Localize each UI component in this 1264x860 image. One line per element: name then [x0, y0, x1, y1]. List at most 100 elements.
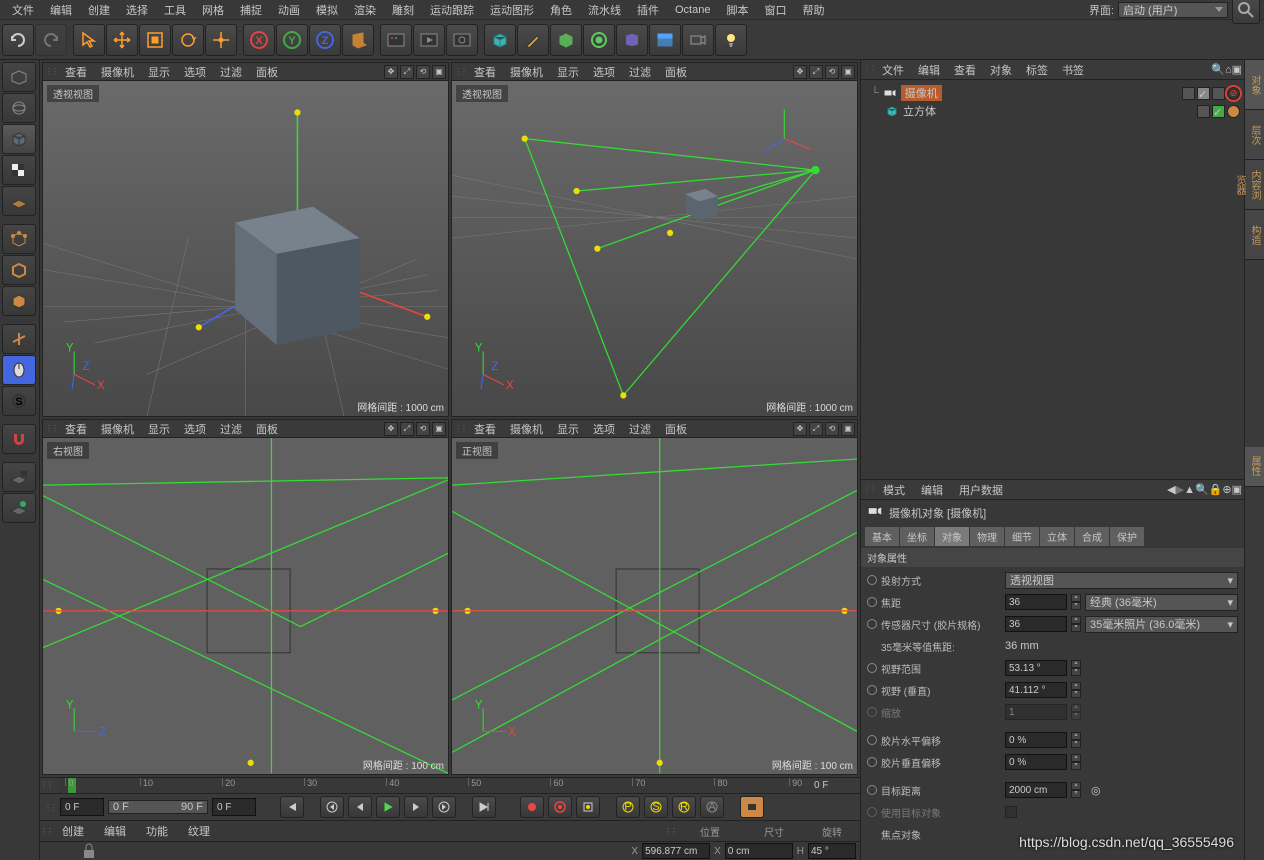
timeline[interactable]: 0 10 20 30 40 50 60 70 80 90 0 F [40, 777, 860, 793]
bottom-menu-item[interactable]: 编辑 [94, 821, 136, 841]
om-menu-item[interactable]: 编辑 [911, 60, 947, 80]
layer-tag[interactable] [1182, 87, 1195, 100]
goto-start-button[interactable] [280, 796, 304, 818]
workplane-button[interactable] [2, 186, 36, 216]
viewport-canvas[interactable]: 透视视图 [452, 81, 857, 416]
fwd-icon[interactable]: ▶ [1176, 483, 1184, 496]
rot-h-field[interactable] [808, 843, 856, 859]
tab-detail[interactable]: 细节 [1005, 527, 1039, 546]
attr-input[interactable] [1005, 754, 1067, 770]
vp-menu-item[interactable]: 选项 [587, 420, 621, 438]
vp-menu-item[interactable]: 选项 [178, 63, 212, 81]
anim-bullet[interactable] [867, 663, 877, 673]
am-menu-item[interactable]: 编辑 [913, 480, 951, 500]
attr-dropdown[interactable]: 透视视图▾ [1005, 572, 1238, 589]
menu-item[interactable]: 角色 [542, 0, 580, 20]
om-menu-item[interactable]: 标签 [1019, 60, 1055, 80]
vp-zoom-icon[interactable]: ⤢ [809, 65, 823, 79]
menu-item[interactable]: 插件 [629, 0, 667, 20]
workplane2-button[interactable] [2, 493, 36, 523]
om-menu-item[interactable]: 对象 [983, 60, 1019, 80]
timeline-ruler[interactable]: 0 10 20 30 40 50 60 70 80 90 [58, 778, 804, 793]
menu-item[interactable]: 流水线 [580, 0, 629, 20]
move2-tool[interactable] [205, 24, 237, 56]
max-icon[interactable]: ▣ [1232, 483, 1242, 496]
undo-button[interactable] [2, 24, 34, 56]
vp-menu-item[interactable]: 过滤 [623, 420, 657, 438]
menu-item[interactable]: 运动跟踪 [422, 0, 482, 20]
anim-bullet[interactable] [867, 807, 877, 817]
spinner[interactable]: ▴▾ [1071, 682, 1081, 698]
bottom-menu-item[interactable]: 功能 [136, 821, 178, 841]
vp-rotate-icon[interactable]: ⟲ [825, 65, 839, 79]
object-tree[interactable]: └ 摄像机 ✓ ⊘ 立方体 [861, 80, 1244, 479]
viewport-canvas[interactable]: 右视图 [43, 438, 448, 773]
om-menu-item[interactable]: 查看 [947, 60, 983, 80]
viewport-canvas[interactable]: 透视视图 [43, 81, 448, 416]
spinner[interactable]: ▴▾ [1071, 704, 1081, 720]
vp-menu-item[interactable]: 选项 [587, 63, 621, 81]
light-button[interactable] [715, 24, 747, 56]
z-axis-toggle[interactable]: Z [309, 24, 341, 56]
vp-max-icon[interactable]: ▣ [841, 65, 855, 79]
lock-icon[interactable]: 🔒 [1209, 483, 1223, 496]
vp-menu-item[interactable]: 显示 [142, 420, 176, 438]
pos-x-field[interactable] [642, 843, 710, 859]
vp-menu-item[interactable]: 摄像机 [95, 420, 140, 438]
pos-key-button[interactable]: P [616, 796, 640, 818]
spinner[interactable]: ▴▾ [1071, 732, 1081, 748]
grip-icon[interactable] [44, 796, 56, 818]
nurbs-button[interactable] [550, 24, 582, 56]
deformer-button[interactable] [616, 24, 648, 56]
menu-item[interactable]: 模拟 [308, 0, 346, 20]
menu-item[interactable]: 文件 [4, 0, 42, 20]
x-axis-toggle[interactable]: X [243, 24, 275, 56]
grip-icon[interactable] [863, 60, 875, 79]
axis-button[interactable] [2, 324, 36, 354]
menu-item[interactable]: 运动图形 [482, 0, 542, 20]
make-editable-button[interactable] [2, 62, 36, 92]
spinner[interactable]: ▴▾ [1071, 782, 1081, 798]
vp-zoom-icon[interactable]: ⤢ [400, 422, 414, 436]
viewport-canvas[interactable]: 正视图 [452, 438, 857, 773]
attr-input[interactable] [1005, 616, 1067, 632]
next-key-button[interactable] [432, 796, 456, 818]
menu-item[interactable]: 雕刻 [384, 0, 422, 20]
vp-max-icon[interactable]: ▣ [432, 422, 446, 436]
anim-bullet[interactable] [867, 735, 877, 745]
rotate-tool[interactable] [172, 24, 204, 56]
grip-icon[interactable] [45, 63, 57, 80]
attr-input[interactable] [1005, 782, 1067, 798]
mouse-mode-button[interactable] [2, 355, 36, 385]
vp-menu-item[interactable]: 面板 [250, 63, 284, 81]
vp-menu-item[interactable]: 摄像机 [95, 63, 140, 81]
vp-menu-item[interactable]: 显示 [551, 420, 585, 438]
param-key-button[interactable]: A [700, 796, 724, 818]
new-icon[interactable]: ⊕ [1222, 483, 1231, 496]
model-mode-button[interactable] [2, 93, 36, 123]
generator-button[interactable] [583, 24, 615, 56]
vp-nav-icon[interactable]: ✥ [793, 65, 807, 79]
tab-basic[interactable]: 基本 [865, 527, 899, 546]
y-axis-toggle[interactable]: Y [276, 24, 308, 56]
rot-key-button[interactable]: R [672, 796, 696, 818]
vp-menu-item[interactable]: 查看 [468, 420, 502, 438]
size-x-field[interactable] [725, 843, 793, 859]
menu-item[interactable]: 网格 [194, 0, 232, 20]
timeline-open-button[interactable] [740, 796, 764, 818]
visibility-tag[interactable]: ✓ [1197, 87, 1210, 100]
tab-structure[interactable]: 构造 [1245, 210, 1264, 260]
menu-item[interactable]: 创建 [80, 0, 118, 20]
anim-bullet[interactable] [867, 575, 877, 585]
object-mode-button[interactable] [2, 124, 36, 154]
attr-checkbox[interactable] [1005, 806, 1017, 818]
render-tag[interactable] [1212, 87, 1225, 100]
target-picker-icon[interactable]: ◎ [1091, 784, 1101, 797]
play-button[interactable] [376, 796, 400, 818]
search-icon[interactable]: 🔍 [1211, 63, 1225, 76]
pen-tool-button[interactable] [517, 24, 549, 56]
search-icon[interactable]: 🔍 [1195, 483, 1209, 496]
vp-menu-item[interactable]: 摄像机 [504, 420, 549, 438]
vp-menu-item[interactable]: 过滤 [214, 63, 248, 81]
menu-item[interactable]: 帮助 [794, 0, 832, 20]
